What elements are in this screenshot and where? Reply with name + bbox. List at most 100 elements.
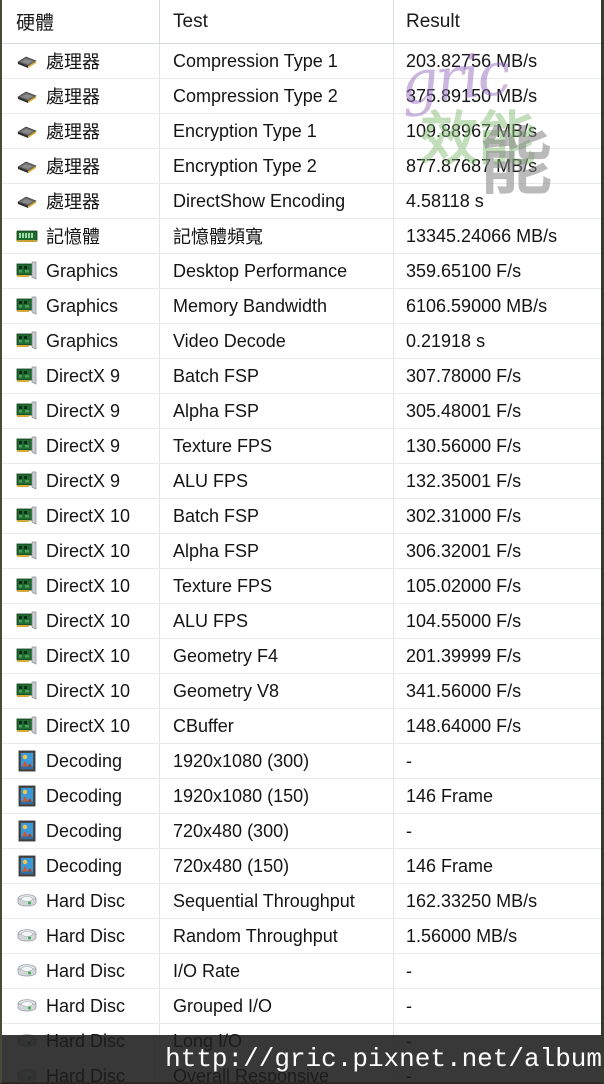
cell-hardware: DirectX 10 <box>2 569 160 603</box>
table-row[interactable]: Graphics Memory Bandwidth 6106.59000 MB/s <box>2 289 601 324</box>
table-row[interactable]: DirectX 9 Batch FSP 307.78000 F/s <box>2 359 601 394</box>
table-row[interactable]: 處理器 DirectShow Encoding 4.58118 s <box>2 184 601 219</box>
cell-test-label: Encryption Type 1 <box>173 120 317 141</box>
cell-hardware-label: Decoding <box>46 820 123 841</box>
cell-test: Texture FPS <box>160 429 394 463</box>
cell-hardware-label: DirectX 10 <box>46 575 131 596</box>
table-row[interactable]: Hard Disc Random Throughput 1.56000 MB/s <box>2 919 601 954</box>
table-row[interactable]: Hard Disc Grouped I/O - <box>2 989 601 1024</box>
table-row[interactable]: DirectX 10 Texture FPS 105.02000 F/s <box>2 569 601 604</box>
column-header-result-label: Result <box>406 10 460 32</box>
cell-result-label: 203.82756 MB/s <box>406 50 538 71</box>
gpu-icon <box>16 540 38 562</box>
cell-test-label: Random Throughput <box>173 925 338 946</box>
column-header-test-label: Test <box>173 10 208 32</box>
cell-hardware-label: DirectX 10 <box>46 645 131 666</box>
cell-test: 720x480 (150) <box>160 849 394 883</box>
cell-test-label: Compression Type 2 <box>173 85 338 106</box>
cell-test-label: Texture FPS <box>173 575 273 596</box>
table-row[interactable]: Decoding 1920x1080 (300) - <box>2 744 601 779</box>
cell-test-label: 1920x1080 (150) <box>173 785 310 806</box>
cell-test: Memory Bandwidth <box>160 289 394 323</box>
cell-result-label: 13345.24066 MB/s <box>406 225 558 246</box>
cell-test: ALU FPS <box>160 464 394 498</box>
cell-hardware: Decoding <box>2 779 160 813</box>
cell-test: 1920x1080 (300) <box>160 744 394 778</box>
cell-test-label: Geometry V8 <box>173 680 280 701</box>
cell-hardware-label: Hard Disc <box>46 995 126 1016</box>
table-row[interactable]: DirectX 10 Alpha FSP 306.32001 F/s <box>2 534 601 569</box>
cell-test-label: Batch FSP <box>173 365 260 386</box>
column-header-hardware[interactable]: 硬體 <box>2 0 160 43</box>
column-header-result[interactable]: Result <box>394 0 601 43</box>
cell-result-label: 6106.59000 MB/s <box>406 295 548 316</box>
cell-hardware-label: 處理器 <box>46 157 100 177</box>
cell-test-label: 720x480 (150) <box>173 855 290 876</box>
table-row[interactable]: DirectX 9 ALU FPS 132.35001 F/s <box>2 464 601 499</box>
gpu-icon <box>16 610 38 632</box>
cell-result-label: 0.21918 s <box>406 330 486 351</box>
cell-hardware: Graphics <box>2 254 160 288</box>
cell-hardware: 記憶體 <box>2 219 160 253</box>
harddisk-icon <box>16 925 38 947</box>
cell-result-label: - <box>406 960 412 981</box>
table-row[interactable]: Decoding 720x480 (300) - <box>2 814 601 849</box>
table-row[interactable]: Graphics Video Decode 0.21918 s <box>2 324 601 359</box>
table-row[interactable]: DirectX 10 Geometry F4 201.39999 F/s <box>2 639 601 674</box>
cell-hardware: 處理器 <box>2 149 160 183</box>
table-row[interactable]: DirectX 10 ALU FPS 104.55000 F/s <box>2 604 601 639</box>
column-header-test[interactable]: Test <box>160 0 394 43</box>
cell-result: 877.87687 MB/s <box>394 149 601 183</box>
cell-result-label: 305.48001 F/s <box>406 400 522 421</box>
cell-hardware: Decoding <box>2 814 160 848</box>
cell-hardware-label: Hard Disc <box>46 925 126 946</box>
table-row[interactable]: 處理器 Encryption Type 2 877.87687 MB/s <box>2 149 601 184</box>
cell-result: - <box>394 954 601 988</box>
cell-test-label: Compression Type 1 <box>173 50 338 71</box>
cell-hardware-label: 記憶體 <box>46 227 100 247</box>
table-row[interactable]: DirectX 9 Texture FPS 130.56000 F/s <box>2 429 601 464</box>
table-row[interactable]: DirectX 10 Geometry V8 341.56000 F/s <box>2 674 601 709</box>
table-row[interactable]: Decoding 720x480 (150) 146 Frame <box>2 849 601 884</box>
cell-test: Compression Type 2 <box>160 79 394 113</box>
cell-test-label: ALU FPS <box>173 470 249 491</box>
cell-test-label: Video Decode <box>173 330 286 351</box>
cell-result: 148.64000 F/s <box>394 709 601 743</box>
cell-result: 4.58118 s <box>394 184 601 218</box>
table-row[interactable]: 處理器 Compression Type 2 375.89150 MB/s <box>2 79 601 114</box>
cell-result-label: - <box>406 750 412 771</box>
table-row[interactable]: Hard Disc Sequential Throughput 162.33250 … <box>2 884 601 919</box>
table-row[interactable]: DirectX 10 CBuffer 148.64000 F/s <box>2 709 601 744</box>
cell-hardware-label: Hard Disc <box>46 890 126 911</box>
cell-test: 1920x1080 (150) <box>160 779 394 813</box>
table-row[interactable]: Graphics Desktop Performance 359.65100 F/s <box>2 254 601 289</box>
cell-result: 146 Frame <box>394 849 601 883</box>
cell-result-label: 201.39999 F/s <box>406 645 522 666</box>
cell-hardware: Decoding <box>2 849 160 883</box>
cell-result-label: 105.02000 F/s <box>406 575 522 596</box>
cell-hardware: DirectX 10 <box>2 604 160 638</box>
cell-result-label: 306.32001 F/s <box>406 540 522 561</box>
cell-test-label: Encryption Type 2 <box>173 155 317 176</box>
cell-result: 0.21918 s <box>394 324 601 358</box>
cell-result: 1.56000 MB/s <box>394 919 601 953</box>
harddisk-icon <box>16 995 38 1017</box>
table-row[interactable]: 處理器 Encryption Type 1 109.88967 MB/s <box>2 114 601 149</box>
cell-hardware: 處理器 <box>2 184 160 218</box>
cpu-icon <box>16 190 38 212</box>
cell-result-label: 359.65100 F/s <box>406 260 522 281</box>
table-row[interactable]: Hard Disc I/O Rate - <box>2 954 601 989</box>
cell-test-label: 1920x1080 (300) <box>173 750 310 771</box>
cell-result: - <box>394 814 601 848</box>
cell-test: Geometry V8 <box>160 674 394 708</box>
table-row[interactable]: Decoding 1920x1080 (150) 146 Frame <box>2 779 601 814</box>
cell-test: CBuffer <box>160 709 394 743</box>
table-row[interactable]: 處理器 Compression Type 1 203.82756 MB/s <box>2 44 601 79</box>
gpu-icon <box>16 295 38 317</box>
cell-result: 203.82756 MB/s <box>394 44 601 78</box>
gpu-icon <box>16 470 38 492</box>
table-row[interactable]: DirectX 9 Alpha FSP 305.48001 F/s <box>2 394 601 429</box>
cell-result: 307.78000 F/s <box>394 359 601 393</box>
table-row[interactable]: 記憶體 記憶體頻寬 13345.24066 MB/s <box>2 219 601 254</box>
table-row[interactable]: DirectX 10 Batch FSP 302.31000 F/s <box>2 499 601 534</box>
